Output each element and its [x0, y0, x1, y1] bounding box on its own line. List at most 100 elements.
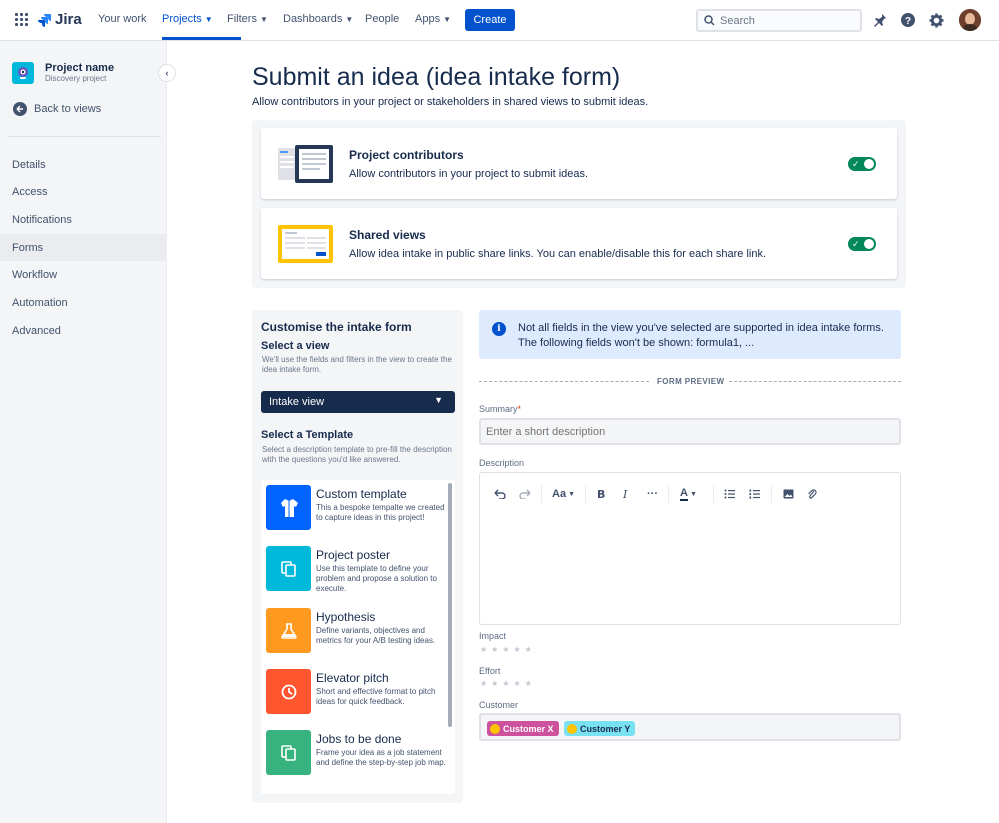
check-icon: ✓ — [852, 159, 860, 169]
sidebar-item-details[interactable]: Details — [0, 151, 166, 178]
toolbar-separator — [713, 485, 714, 503]
nav-filters[interactable]: Filters ▼ — [227, 13, 268, 25]
template-list: Custom template This a bespoke tempalte … — [261, 480, 455, 794]
project-contributors-card: Project contributors Allow contributors … — [261, 128, 897, 199]
project-contributors-toggle[interactable]: ✓ — [848, 157, 876, 171]
description-editor[interactable]: Aa ▼ B I ··· A ▼ — [479, 472, 901, 625]
sidebar: Project name Discovery project ‹ Back to… — [0, 41, 176, 823]
template-title: Project poster — [316, 548, 391, 562]
sidebar-divider — [8, 136, 161, 137]
jira-logo-icon — [38, 13, 51, 27]
bullet-list-icon[interactable] — [724, 487, 735, 501]
app-switcher-icon[interactable] — [15, 13, 28, 26]
copy-icon — [266, 730, 311, 775]
effort-rating[interactable]: ★★★★★ — [480, 679, 536, 688]
shirt-icon — [266, 485, 311, 530]
emoji-icon — [567, 723, 577, 734]
svg-text:?: ? — [905, 16, 911, 27]
chevron-down-icon: ▼ — [345, 15, 354, 24]
clock-icon — [266, 669, 311, 714]
template-title: Hypothesis — [316, 610, 376, 624]
template-description: This a bespoke tempalte we created to ca… — [316, 503, 445, 522]
impact-rating[interactable]: ★★★★★ — [480, 645, 536, 654]
intake-permissions: Project contributors Allow contributors … — [252, 120, 906, 288]
nav-projects[interactable]: Projects ▼ — [162, 13, 213, 25]
shared-views-card: Shared views Allow idea intake in public… — [261, 208, 897, 279]
check-icon: ✓ — [852, 239, 860, 249]
sidebar-item-automation[interactable]: Automation — [0, 289, 166, 316]
arrow-left-icon — [13, 102, 27, 116]
nav-active-indicator — [162, 37, 241, 40]
project-avatar-icon — [12, 62, 34, 84]
project-name: Project name — [45, 62, 115, 74]
back-to-views-link[interactable]: Back to views — [13, 102, 101, 116]
redo-icon[interactable] — [519, 487, 531, 501]
back-label: Back to views — [34, 103, 102, 115]
image-icon[interactable] — [783, 487, 794, 501]
link-icon[interactable] — [807, 487, 817, 501]
undo-icon[interactable] — [494, 487, 506, 501]
emoji-icon — [490, 723, 500, 734]
numbered-list-icon[interactable] — [749, 487, 760, 501]
template-description: Use this template to define your problem… — [316, 564, 437, 593]
sidebar-item-workflow[interactable]: Workflow — [0, 261, 166, 288]
template-title: Custom template — [316, 487, 407, 501]
impact-label: Impact — [479, 631, 507, 641]
italic-icon[interactable]: I — [623, 487, 627, 501]
nav-label: People — [365, 13, 400, 25]
summary-input[interactable] — [479, 418, 901, 445]
info-banner: i Not all fields in the view you've sele… — [479, 310, 901, 359]
nav-label: Apps — [415, 13, 441, 25]
text-style-label: Aa — [552, 488, 567, 500]
info-text: Not all fields in the view you've select… — [518, 322, 884, 349]
template-description: Define variants, objectives and metrics … — [316, 626, 436, 645]
more-icon[interactable]: ··· — [647, 487, 658, 501]
nav-dashboards[interactable]: Dashboards ▼ — [283, 13, 353, 25]
create-button[interactable]: Create — [465, 9, 515, 31]
jira-logo[interactable]: Jira — [37, 11, 82, 28]
template-list-scrollbar[interactable] — [448, 483, 452, 727]
nav-people[interactable]: People — [365, 13, 399, 25]
avatar[interactable] — [959, 9, 981, 31]
nav-apps[interactable]: Apps ▼ — [415, 13, 451, 25]
bold-icon[interactable]: B — [597, 487, 605, 501]
form-preview-label: FORM PREVIEW — [657, 377, 725, 386]
toggle-description: Allow idea intake in public share links.… — [349, 248, 767, 260]
select-template-help: Select a description template to pre-fil… — [262, 445, 452, 464]
sidebar-item-notifications[interactable]: Notifications — [0, 206, 166, 233]
view-select[interactable]: Intake view ▼ — [261, 391, 455, 413]
select-view-help: We'll use the fields and filters in the … — [262, 355, 452, 374]
template-elevator-pitch[interactable]: Elevator pitch Short and effective forma… — [266, 669, 446, 719]
app-window: Jira Your work Projects ▼ Filters ▼ Dashbo… — [0, 0, 999, 823]
sidebar-item-forms[interactable]: Forms — [0, 234, 166, 261]
template-project-poster[interactable]: Project poster Use this template to defi… — [266, 546, 446, 596]
customer-field[interactable]: Customer X Customer Y — [479, 713, 901, 741]
customer-tag-label: Customer Y — [580, 723, 631, 734]
template-description: Short and effective format to pitch idea… — [316, 687, 436, 706]
nav-your-work[interactable]: Your work — [98, 13, 147, 25]
notifications-icon[interactable] — [872, 12, 888, 28]
template-custom[interactable]: Custom template This a bespoke tempalte … — [266, 485, 446, 535]
sidebar-item-advanced[interactable]: Advanced — [0, 317, 166, 344]
template-jobs-to-be-done[interactable]: Jobs to be done Frame your idea as a job… — [266, 730, 446, 780]
collapse-sidebar-button[interactable]: ‹ — [158, 64, 176, 82]
text-color-icon[interactable]: A ▼ — [680, 487, 697, 501]
sidebar-item-access[interactable]: Access — [0, 178, 166, 205]
toggle-description: Allow contributors in your project to su… — [349, 168, 589, 180]
template-hypothesis[interactable]: Hypothesis Define variants, objectives a… — [266, 608, 446, 658]
selected-view: Intake view — [269, 396, 325, 408]
text-style-icon[interactable]: Aa ▼ — [552, 487, 575, 501]
customer-tag[interactable]: Customer X — [487, 721, 559, 736]
toggle-title: Shared views — [349, 228, 426, 242]
copy-icon — [266, 546, 311, 591]
settings-icon[interactable] — [928, 12, 944, 28]
select-template-heading: Select a Template — [261, 429, 354, 441]
help-icon[interactable]: ? — [900, 12, 916, 28]
customer-tag[interactable]: Customer Y — [564, 721, 636, 736]
nav-label: Dashboards — [283, 13, 343, 25]
required-marker: * — [517, 404, 522, 414]
search-input[interactable]: Search — [696, 9, 862, 32]
shared-views-toggle[interactable]: ✓ — [848, 237, 876, 251]
customise-panel: Customise the intake form Select a view … — [252, 310, 463, 803]
project-type: Discovery project — [45, 74, 107, 83]
